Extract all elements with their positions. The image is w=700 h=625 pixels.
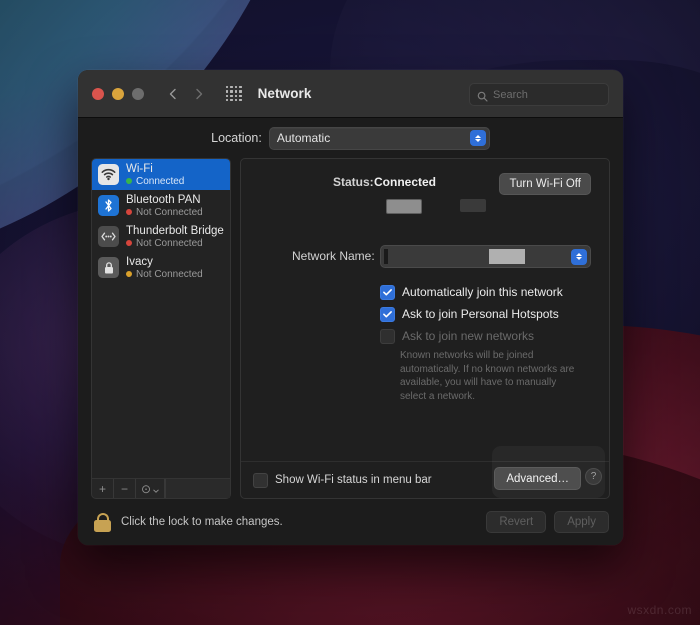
toolbar-filler [164, 479, 230, 498]
checkbox-show-wifi-menu-bar[interactable] [253, 472, 268, 488]
sidebar-item-name: Wi-Fi [126, 162, 153, 175]
location-row: Location: Automatic [78, 118, 623, 158]
status-value: Connected [374, 175, 437, 189]
desktop: wsxdn.com Network Search Location: Autom… [0, 0, 700, 625]
wifi-options: Automatically join this network Ask to j… [255, 281, 595, 347]
chevron-updown-icon [571, 248, 587, 265]
chevron-down-icon [153, 483, 159, 495]
bluetooth-icon [98, 195, 119, 216]
wifi-help-text: Known networks will be joined automatica… [400, 350, 575, 402]
sidebar-item-text: Thunderbolt Bridge Not Connected [126, 225, 224, 249]
checkbox-ask-new-networks [380, 328, 395, 344]
checkbox-label: Ask to join Personal Hotspots [402, 307, 559, 321]
search-field[interactable]: Search [469, 83, 609, 106]
lock-icon [98, 257, 119, 278]
network-name-popup-button[interactable] [380, 245, 591, 268]
forward-chevron-icon[interactable] [192, 87, 206, 101]
redacted-status-detail [255, 199, 595, 219]
location-popup-button[interactable]: Automatic [268, 126, 490, 150]
status-dot-icon [126, 209, 132, 215]
checkbox-label: Automatically join this network [402, 285, 563, 299]
option-row: Ask to join new networks [380, 325, 595, 347]
status-text: Not Connected [136, 206, 203, 218]
remove-service-button[interactable]: − [114, 479, 136, 498]
sidebar-item-status: Not Connected [126, 207, 203, 218]
apply-button[interactable]: Apply [554, 511, 609, 533]
sidebar-item-wifi[interactable]: Wi-Fi Connected [92, 159, 230, 190]
redaction-block-secondary [460, 199, 486, 212]
network-name-row: Network Name: [255, 245, 595, 268]
sidebar-item-ivacy[interactable]: Ivacy Not Connected [92, 252, 230, 283]
checkbox-label: Ask to join new networks [402, 329, 535, 343]
status-label: Status: [333, 175, 374, 189]
sidebar-item-text: Bluetooth PAN Not Connected [126, 194, 203, 218]
checkbox-auto-join[interactable] [380, 284, 395, 300]
window-footer: Click the lock to make changes. Revert A… [78, 499, 623, 545]
watermark: wsxdn.com [627, 603, 692, 617]
minimize-button[interactable] [112, 87, 124, 100]
show-all-preferences-icon[interactable] [226, 85, 242, 102]
sidebar-item-text: Wi-Fi Connected [126, 163, 184, 187]
window-title: Network [257, 86, 312, 101]
services-list: Wi-Fi Connected Bluetooth PAN Not Connec… [91, 158, 231, 479]
panes: Wi-Fi Connected Bluetooth PAN Not Connec… [78, 158, 623, 499]
sidebar-item-status: Not Connected [126, 269, 203, 280]
advanced-button[interactable]: Advanced… [494, 467, 581, 490]
status-text: Not Connected [136, 268, 203, 280]
status-dot-icon [126, 271, 132, 277]
sidebar-item-status: Not Connected [126, 238, 224, 249]
sidebar-item-name: Ivacy [126, 255, 153, 268]
help-button[interactable]: ? [585, 468, 602, 485]
wifi-settings-pane: Status: Connected Turn Wi-Fi Off Network… [240, 158, 610, 499]
sidebar-item-name: Thunderbolt Bridge [126, 224, 224, 237]
network-name-label: Network Name: [292, 249, 375, 263]
chevron-updown-icon [469, 130, 486, 146]
padlock-icon[interactable] [94, 512, 111, 532]
action-menu-button[interactable]: ⊙ [136, 479, 165, 498]
field-caret [384, 248, 388, 264]
back-chevron-icon[interactable] [166, 87, 180, 101]
location-value: Automatic [276, 131, 331, 145]
revert-button[interactable]: Revert [486, 511, 547, 533]
turn-wifi-off-button[interactable]: Turn Wi-Fi Off [499, 173, 591, 195]
checkbox-label: Show Wi-Fi status in menu bar [275, 474, 432, 486]
status-dot-icon [126, 240, 132, 246]
close-button[interactable] [92, 87, 104, 100]
sidebar-item-thunderbolt-bridge[interactable]: Thunderbolt Bridge Not Connected [92, 221, 230, 252]
sidebar-item-status: Connected [126, 176, 184, 187]
network-preferences-window: Network Search Location: Automatic Wi-Fi… [78, 70, 623, 545]
window-body: Location: Automatic Wi-Fi Connected Blue… [78, 118, 623, 545]
pane-footer: Show Wi-Fi status in menu bar Advanced… … [241, 446, 609, 498]
sidebar-item-bluetooth-pan[interactable]: Bluetooth PAN Not Connected [92, 190, 230, 221]
status-text: Connected [136, 175, 185, 187]
footer-buttons: Revert Apply [486, 511, 609, 533]
services-sidebar: Wi-Fi Connected Bluetooth PAN Not Connec… [91, 158, 231, 499]
search-icon [477, 89, 488, 102]
redaction-block-network-name [489, 249, 525, 264]
services-toolbar: + − ⊙ [91, 479, 231, 499]
add-service-button[interactable]: + [92, 479, 114, 498]
traffic-lights [92, 87, 144, 100]
navigation-arrows [166, 87, 206, 101]
thunderbolt-icon [98, 226, 119, 247]
gear-icon: ⊙ [140, 481, 152, 496]
option-row[interactable]: Automatically join this network [380, 281, 595, 303]
lock-hint-text: Click the lock to make changes. [121, 516, 283, 528]
sidebar-item-text: Ivacy Not Connected [126, 256, 203, 280]
status-row: Status: Connected Turn Wi-Fi Off [255, 173, 595, 195]
redaction-block-primary [386, 199, 422, 214]
window-titlebar: Network Search [78, 70, 623, 118]
option-row[interactable]: Ask to join Personal Hotspots [380, 303, 595, 325]
zoom-button[interactable] [132, 87, 144, 100]
checkbox-ask-personal-hotspots[interactable] [380, 306, 395, 322]
status-dot-icon [126, 178, 132, 184]
search-placeholder: Search [493, 88, 528, 101]
status-text: Not Connected [136, 237, 203, 249]
location-label: Location: [211, 131, 262, 145]
menu-bar-option-row[interactable]: Show Wi-Fi status in menu bar [253, 472, 432, 488]
wifi-icon [98, 164, 119, 185]
sidebar-item-name: Bluetooth PAN [126, 193, 201, 206]
